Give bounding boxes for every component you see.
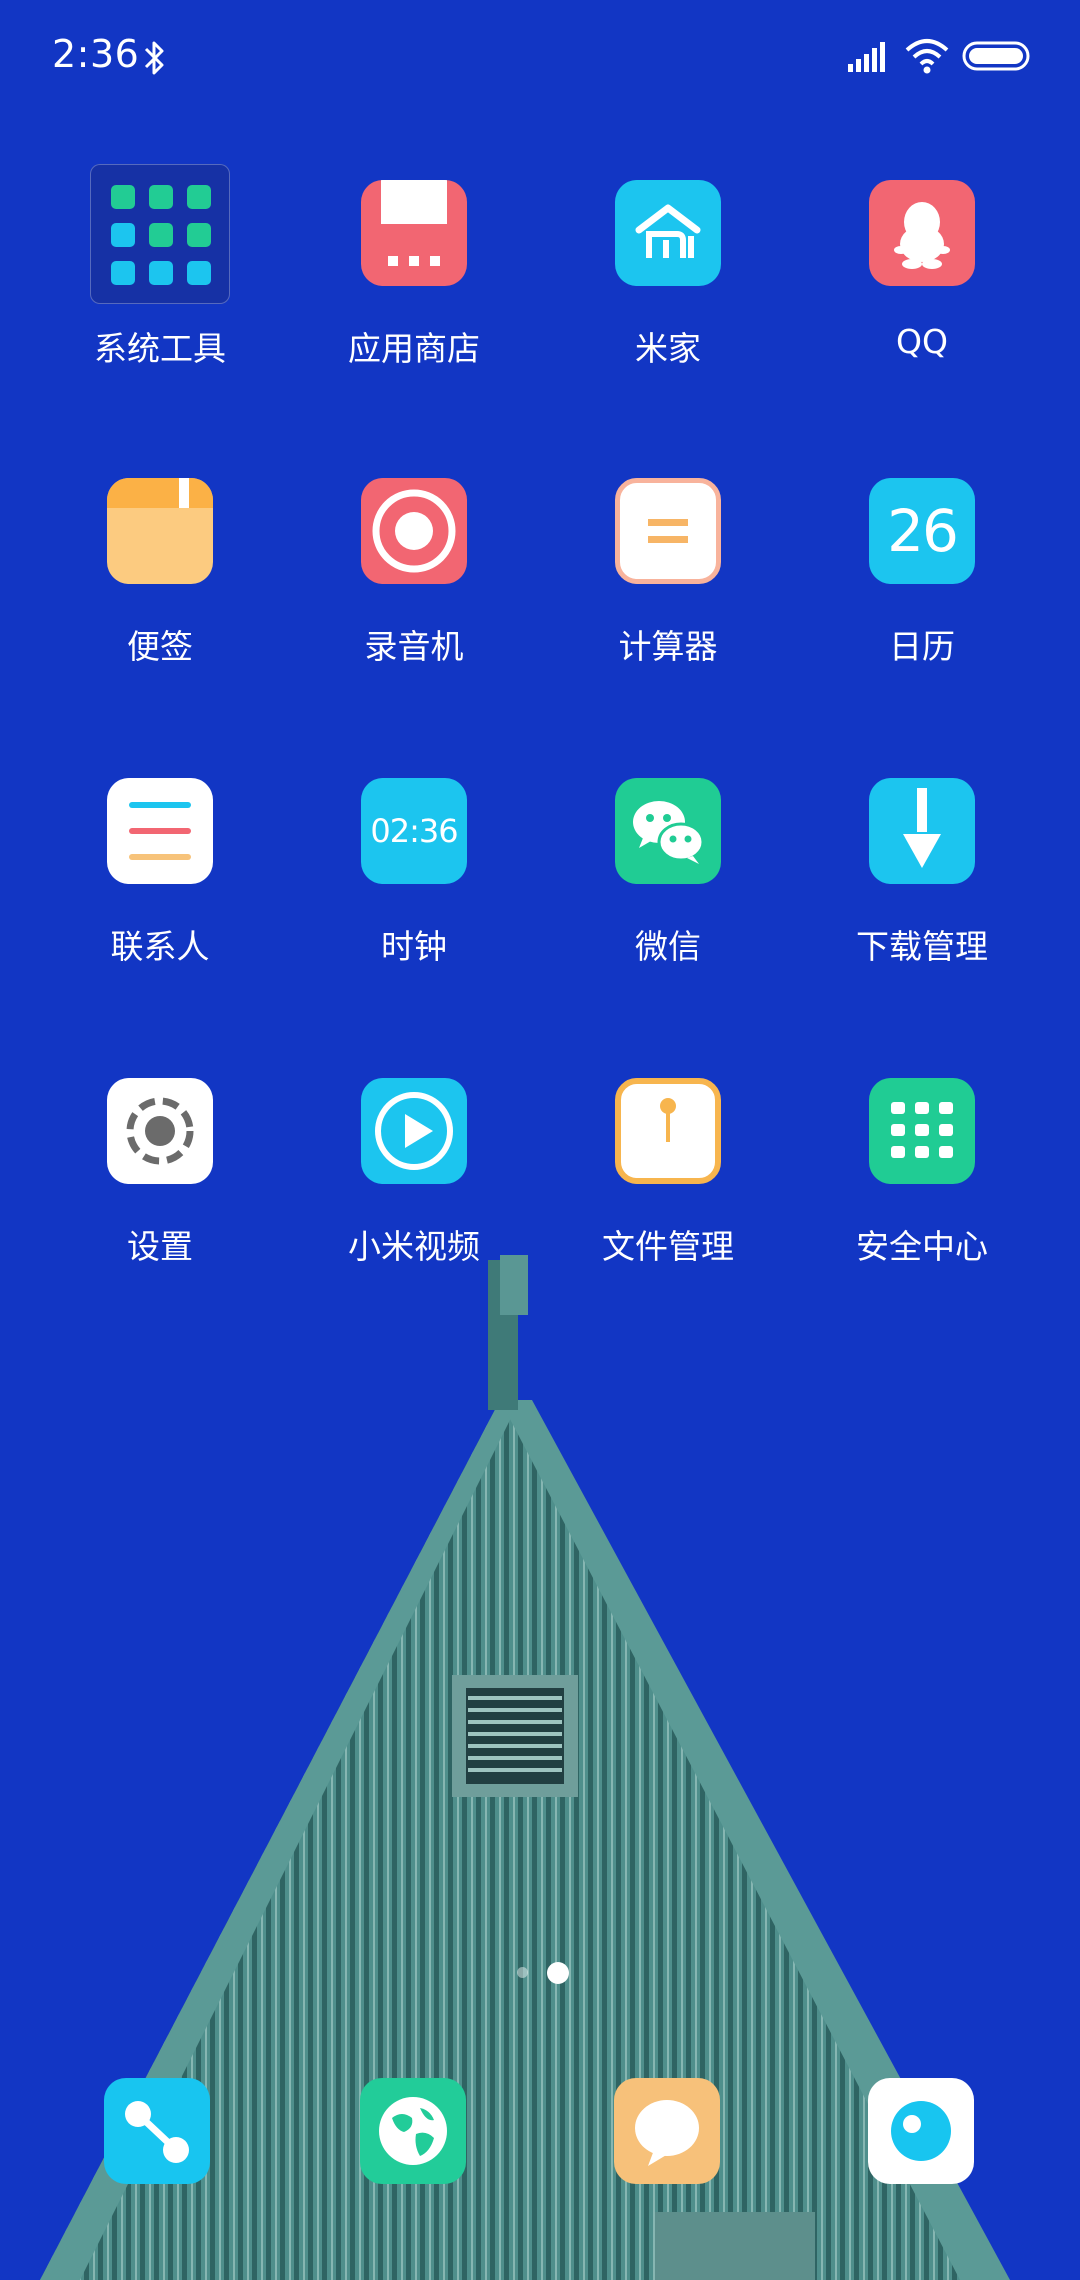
bluetooth-icon — [144, 41, 164, 75]
app-mi-home[interactable]: 米家 — [541, 180, 795, 400]
camera-icon — [891, 2101, 951, 2161]
app-file-manager[interactable]: 文件管理 — [541, 1078, 795, 1298]
app-label: 便签 — [127, 627, 193, 666]
app-security-center[interactable]: 安全中心 — [795, 1078, 1049, 1298]
app-qq[interactable]: QQ — [795, 180, 1049, 400]
wifi-icon — [905, 39, 949, 74]
battery-icon — [962, 41, 1030, 71]
clock-icon: 02:36 — [361, 778, 467, 884]
video-icon — [361, 1078, 467, 1184]
download-icon — [869, 778, 975, 884]
app-label: 日历 — [889, 627, 955, 666]
dock-browser-app[interactable] — [360, 2078, 466, 2184]
app-label: 下载管理 — [856, 927, 988, 966]
app-label: 时钟 — [381, 927, 447, 966]
app-label: 计算器 — [618, 627, 718, 666]
app-label: 微信 — [635, 927, 701, 966]
app-label: 文件管理 — [602, 1227, 734, 1266]
app-folder-system-tools[interactable]: 系统工具 — [33, 164, 287, 400]
dock-share-app[interactable] — [104, 2078, 210, 2184]
dock-messages-app[interactable] — [614, 2078, 720, 2184]
mi-home-icon — [615, 180, 721, 286]
app-label: 系统工具 — [94, 329, 226, 368]
wechat-icon — [615, 778, 721, 884]
app-label: 录音机 — [364, 627, 464, 666]
app-label: 联系人 — [110, 927, 210, 966]
status-time: 2:36 — [52, 32, 140, 76]
app-downloads[interactable]: 下载管理 — [795, 778, 1049, 998]
calendar-icon: 26 — [869, 478, 975, 584]
app-label: QQ — [896, 322, 948, 361]
browser-globe-icon — [379, 2097, 447, 2165]
app-label: 安全中心 — [856, 1227, 988, 1266]
app-mi-video[interactable]: 小米视频 — [287, 1078, 541, 1298]
app-contacts[interactable]: 联系人 — [33, 778, 287, 998]
app-label: 小米视频 — [348, 1227, 480, 1266]
app-wechat[interactable]: 微信 — [541, 778, 795, 998]
folder-icon — [90, 164, 230, 304]
contacts-icon — [107, 778, 213, 884]
app-calculator[interactable]: 计算器 — [541, 478, 795, 698]
share-icon — [125, 2101, 189, 2163]
security-icon — [869, 1078, 975, 1184]
app-label: 米家 — [635, 329, 701, 368]
calendar-date: 26 — [887, 497, 959, 565]
messages-icon — [635, 2100, 699, 2166]
file-manager-icon — [615, 1078, 721, 1184]
app-label: 应用商店 — [348, 329, 480, 368]
app-calendar[interactable]: 26 日历 — [795, 478, 1049, 698]
cellular-signal-icon — [848, 42, 885, 72]
dock-camera-app[interactable] — [868, 2078, 974, 2184]
page-dot-1[interactable] — [517, 1967, 528, 1978]
status-bar: 2:36 — [0, 0, 1080, 120]
notes-icon — [107, 478, 213, 584]
qq-penguin-icon — [869, 180, 975, 286]
recorder-icon — [361, 478, 467, 584]
app-settings[interactable]: 设置 — [33, 1078, 287, 1298]
app-label: 设置 — [127, 1227, 193, 1266]
clock-time: 02:36 — [370, 812, 458, 850]
settings-icon — [107, 1078, 213, 1184]
app-store[interactable]: 应用商店 — [287, 180, 541, 400]
page-indicator — [0, 1960, 1080, 1984]
page-dot-2-active[interactable] — [547, 1962, 569, 1984]
app-clock[interactable]: 02:36 时钟 — [287, 778, 541, 998]
app-recorder[interactable]: 录音机 — [287, 478, 541, 698]
calculator-icon — [615, 478, 721, 584]
app-notes[interactable]: 便签 — [33, 478, 287, 698]
app-store-icon — [361, 180, 467, 286]
